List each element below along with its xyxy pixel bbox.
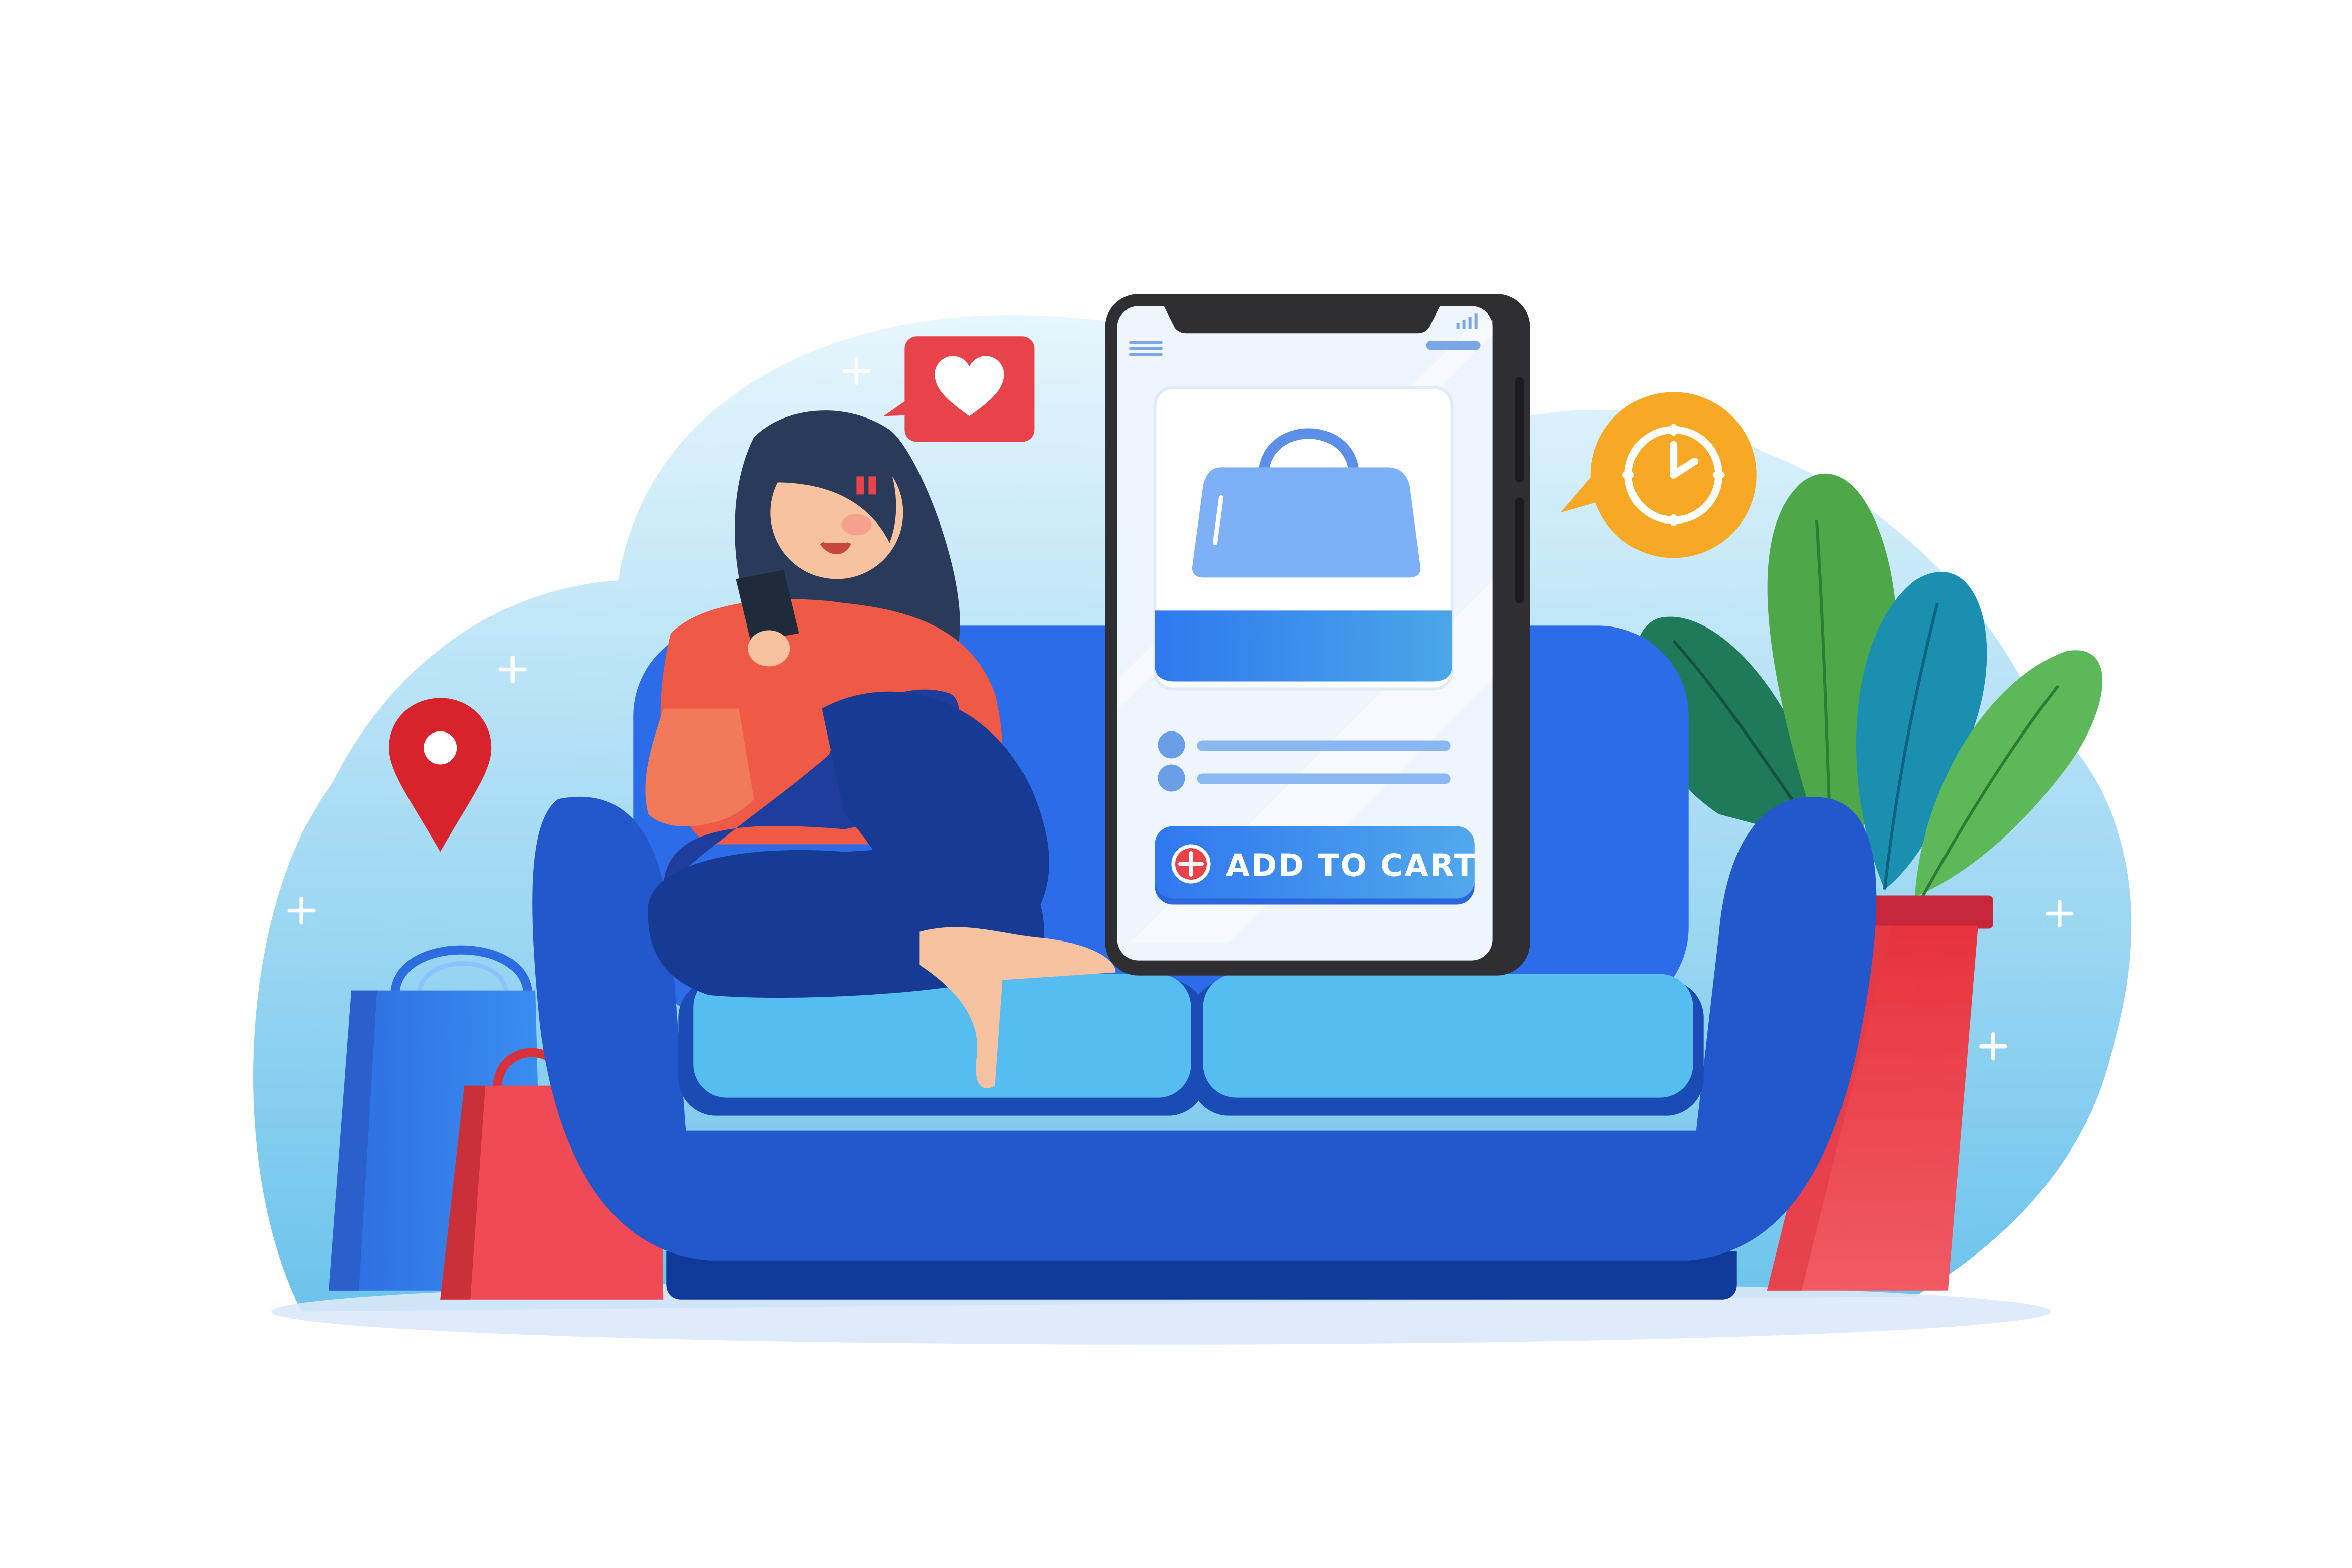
plus-icon xyxy=(1171,844,1211,884)
heart-bubble xyxy=(883,336,1035,442)
status-indicator xyxy=(1426,341,1481,350)
phone-mockup: ADD TO CART xyxy=(1105,294,1530,976)
add-to-cart-label: ADD TO CART xyxy=(1226,848,1477,884)
product-card[interactable] xyxy=(1153,386,1454,691)
online-shopping-illustration: ADD TO CART xyxy=(253,294,2132,1345)
add-to-cart-button[interactable]: ADD TO CART xyxy=(1155,826,1476,905)
